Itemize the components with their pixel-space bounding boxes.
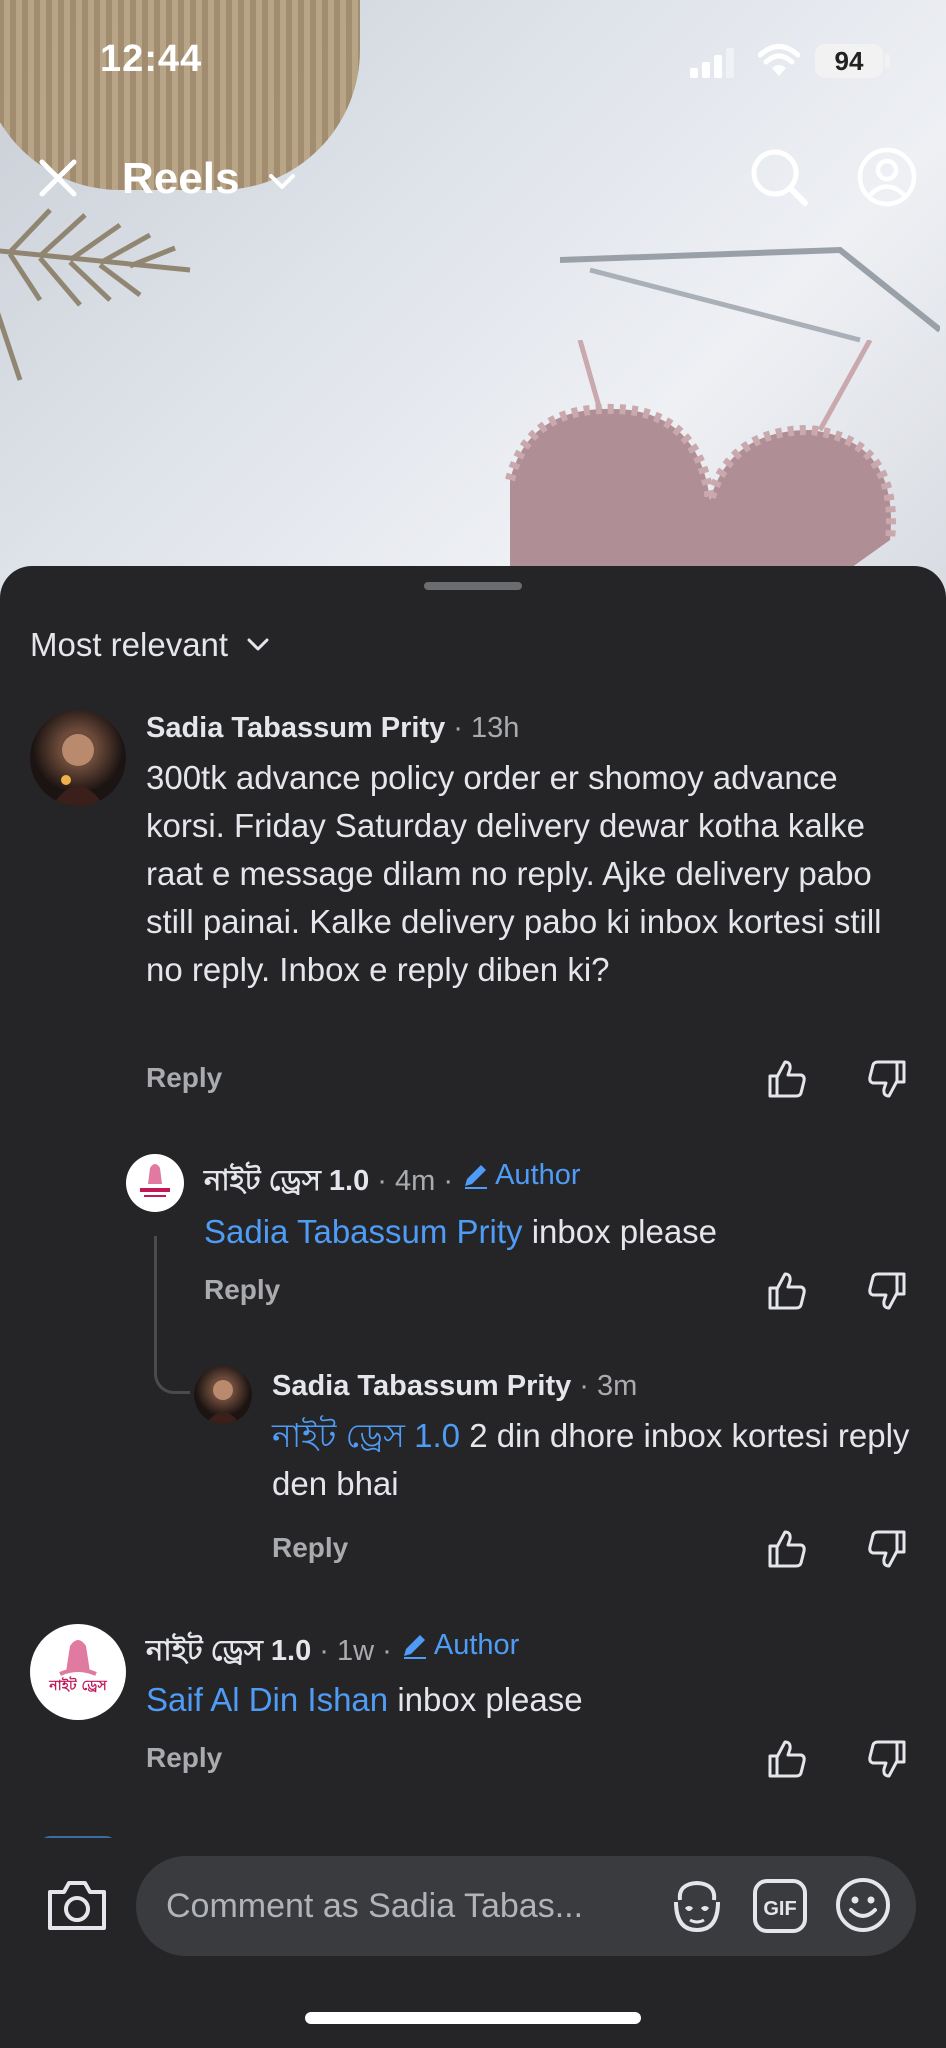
page-logo	[140, 1164, 170, 1197]
avatar-sticker-icon[interactable]	[668, 1878, 726, 1936]
garment-image	[505, 340, 896, 590]
cellular-signal-icon	[690, 48, 734, 78]
reply-body: Sadia Tabassum Prity inbox please	[204, 1208, 904, 1256]
reply-body: নাইট ড্রেস 1.0 2 din dhore inbox kortesi…	[272, 1412, 912, 1508]
battery-icon: 94	[815, 44, 883, 78]
mention-link[interactable]: নাইট ড্রেস 1.0	[272, 1417, 460, 1454]
gif-icon[interactable]: GIF	[752, 1878, 808, 1934]
separator: ·	[311, 1635, 338, 1667]
home-indicator[interactable]	[305, 2012, 641, 2024]
comment-body: 300tk advance policy order er shomoy adv…	[146, 759, 882, 988]
dislike-icon[interactable]	[866, 1270, 908, 1312]
reply-author-name[interactable]: Sadia Tabassum Prity	[272, 1370, 571, 1402]
battery-tip	[885, 54, 890, 68]
avatar-photo	[206, 1380, 240, 1424]
reels-title[interactable]: Reels	[122, 154, 239, 204]
thread-connector	[154, 1236, 190, 1394]
reply-button[interactable]: Reply	[146, 1062, 222, 1094]
avatar[interactable]: নাইট ড্রেস	[30, 1624, 126, 1720]
comment-text: inbox please	[397, 1681, 583, 1718]
search-icon[interactable]	[748, 146, 810, 208]
dislike-icon[interactable]	[866, 1528, 908, 1570]
comment-header: নাইট ড্রেস 1.0 · 1w · Author	[146, 1628, 519, 1677]
chevron-down-icon[interactable]	[266, 166, 298, 198]
dislike-icon[interactable]	[866, 1738, 908, 1780]
hanger-image	[560, 246, 940, 343]
like-icon[interactable]	[766, 1058, 808, 1100]
comment-composer: Comment as Sadia Tabas... GIF	[0, 1838, 946, 1978]
battery-level: 94	[834, 45, 864, 76]
close-icon[interactable]	[34, 154, 82, 202]
comment-time: 13h	[471, 712, 520, 744]
status-time: 12:44	[100, 38, 203, 80]
like-icon[interactable]	[766, 1738, 808, 1780]
reply-header: নাইট ড্রেস 1.0 · 4m · Author	[204, 1158, 581, 1207]
reply-button[interactable]: Reply	[204, 1274, 280, 1306]
reply-author-name[interactable]: নাইট ড্রেস 1.0	[204, 1165, 369, 1197]
separator: ·	[571, 1370, 598, 1402]
wifi-icon	[758, 44, 800, 76]
comment-header: Sadia Tabassum Prity · 13h	[146, 712, 519, 745]
comment-author-name[interactable]: Sadia Tabassum Prity	[146, 712, 445, 744]
camera-icon[interactable]	[46, 1878, 108, 1932]
separator: ·	[369, 1165, 396, 1197]
page-logo: নাইট ড্রেস	[48, 1640, 107, 1694]
separator: ·	[374, 1635, 400, 1667]
author-badge: Author	[461, 1158, 581, 1192]
like-icon[interactable]	[766, 1270, 808, 1312]
pencil-icon	[465, 1165, 488, 1189]
reply-button[interactable]: Reply	[272, 1532, 348, 1564]
avatar[interactable]	[126, 1154, 184, 1212]
logo-text: নাইট ড্রেস	[48, 1676, 107, 1694]
separator: ·	[435, 1165, 462, 1197]
dislike-icon[interactable]	[866, 1058, 908, 1100]
reply-time: 3m	[597, 1370, 638, 1402]
reply-button[interactable]: Reply	[146, 1742, 222, 1774]
mention-link[interactable]: Saif Al Din Ishan	[146, 1681, 388, 1718]
emoji-icon[interactable]	[834, 1876, 892, 1934]
status-bar: 12:44 94	[0, 0, 946, 120]
comment-input-placeholder: Comment as Sadia Tabas...	[166, 1886, 584, 1925]
comment-item: Sadia Tabassum Prity · 13h 300tk advance…	[0, 566, 946, 1166]
avatar[interactable]	[30, 710, 126, 806]
reply-header: Sadia Tabassum Prity · 3m	[272, 1370, 637, 1403]
author-badge: Author	[400, 1629, 519, 1662]
profile-icon[interactable]	[856, 146, 918, 208]
comments-sheet: Most relevant Sadia Tabassum Prity · 13h…	[0, 566, 946, 2048]
author-badge-label: Author	[495, 1158, 581, 1191]
mention-link[interactable]: Sadia Tabassum Prity	[204, 1213, 523, 1250]
avatar-photo	[52, 734, 104, 806]
reply-time: 4m	[395, 1165, 436, 1197]
reels-top-bar: Reels	[0, 140, 946, 220]
separator: ·	[445, 712, 472, 744]
comment-author-name[interactable]: নাইট ড্রেস 1.0	[146, 1635, 311, 1667]
avatar[interactable]	[194, 1366, 252, 1424]
reply-text: inbox please	[531, 1213, 718, 1250]
like-icon[interactable]	[766, 1528, 808, 1570]
author-badge-label: Author	[433, 1628, 520, 1661]
comment-body: Saif Al Din Ishan inbox please	[146, 1676, 906, 1724]
svg-text:GIF: GIF	[763, 1898, 796, 1920]
pencil-icon	[403, 1635, 426, 1659]
comment-time: 1w	[337, 1635, 375, 1667]
